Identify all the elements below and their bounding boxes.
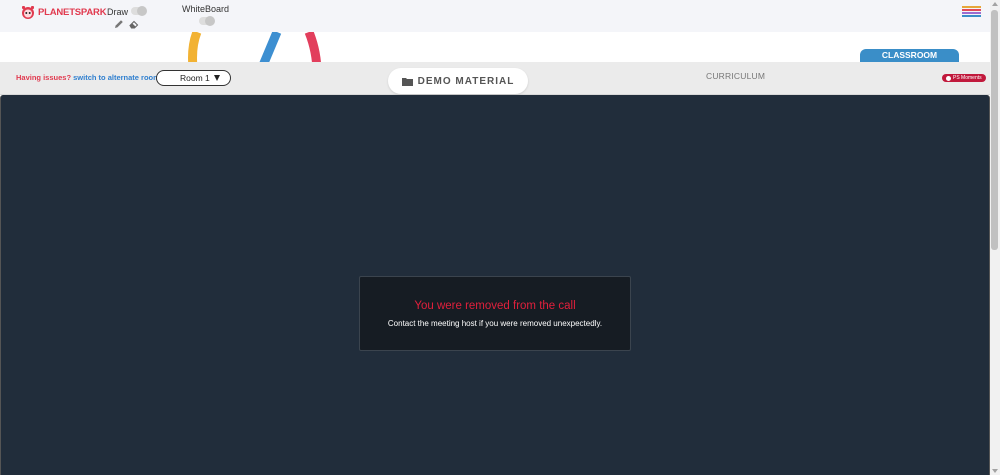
whiteboard-label: WhiteBoard <box>182 4 230 14</box>
scroll-down-icon[interactable] <box>992 469 998 473</box>
eraser-icon[interactable] <box>129 19 139 29</box>
issue-question: Having issues? <box>16 73 72 82</box>
caret-down-icon <box>214 75 220 81</box>
menu-line <box>962 15 981 17</box>
alternate-room-link[interactable]: switch to alternate room <box>73 73 160 82</box>
dialog-message: Contact the meeting host if you were rem… <box>387 319 603 328</box>
top-bar <box>0 0 990 32</box>
ps-moments-label: PS Moments <box>953 75 982 81</box>
whiteboard-toggle[interactable] <box>199 16 215 26</box>
pencil-icon[interactable] <box>114 19 124 29</box>
tab-classroom[interactable]: CLASSROOM <box>860 49 959 66</box>
tab-curriculum[interactable]: CURRICULUM <box>706 71 765 81</box>
menu-line <box>962 12 981 14</box>
record-dot-icon <box>946 75 951 81</box>
planetspark-logo[interactable]: PLANETSPARK <box>20 5 107 20</box>
draw-label: Draw <box>107 7 129 17</box>
folder-icon <box>401 77 413 86</box>
menu-line <box>962 9 981 11</box>
scrollbar-thumb[interactable] <box>991 10 998 250</box>
ps-moments-badge[interactable]: PS Moments <box>942 74 986 82</box>
vertical-scrollbar[interactable] <box>990 0 1000 475</box>
room-select-value: Room 1 <box>180 73 210 83</box>
app-window: PLANETSPARK Draw WhiteBoard CLASSROOM Ha… <box>0 0 1000 475</box>
demo-material-label: DEMO MATERIAL <box>417 75 515 87</box>
dialog-title: You were removed from the call <box>414 300 576 312</box>
draw-toggle[interactable] <box>131 6 147 16</box>
logo-text: PLANETSPARK <box>38 7 107 18</box>
scroll-up-icon[interactable] <box>992 2 998 6</box>
menu-line <box>962 6 981 8</box>
logo-mascot-icon <box>22 6 34 19</box>
removed-from-call-dialog: You were removed from the call Contact t… <box>359 276 631 351</box>
demo-material-button[interactable]: DEMO MATERIAL <box>388 68 528 94</box>
room-select[interactable]: Room 1 <box>156 70 231 86</box>
hamburger-menu-icon[interactable] <box>962 6 981 17</box>
connection-issue-note: Having issues? switch to alternate room <box>16 73 160 82</box>
